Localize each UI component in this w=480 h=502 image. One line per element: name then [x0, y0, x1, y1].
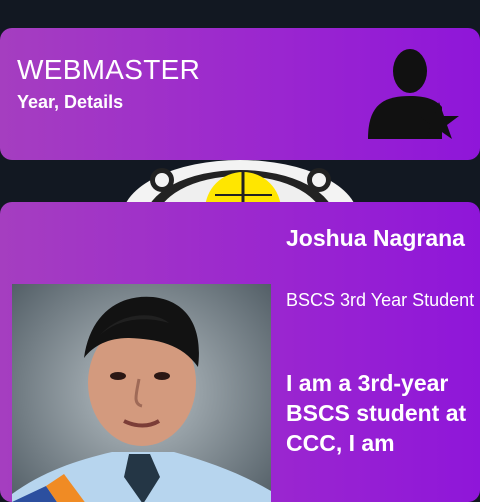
profile-program: BSCS 3rd Year Student: [286, 290, 475, 310]
role-title: WEBMASTER: [17, 54, 201, 85]
role-subtitle: Year, Details: [17, 92, 124, 112]
role-card[interactable]: WEBMASTER Year, Details: [0, 28, 480, 160]
profile-name: Joshua Nagrana: [286, 225, 465, 251]
profile-bio: I am a 3rd-year BSCS student at CCC, I a…: [286, 370, 467, 456]
profile-card[interactable]: Joshua Nagrana BSCS 3rd Year Student I a…: [0, 202, 480, 502]
profile-photo: [12, 284, 271, 502]
school-logo-icon: [120, 160, 360, 202]
user-star-icon: [368, 49, 459, 139]
